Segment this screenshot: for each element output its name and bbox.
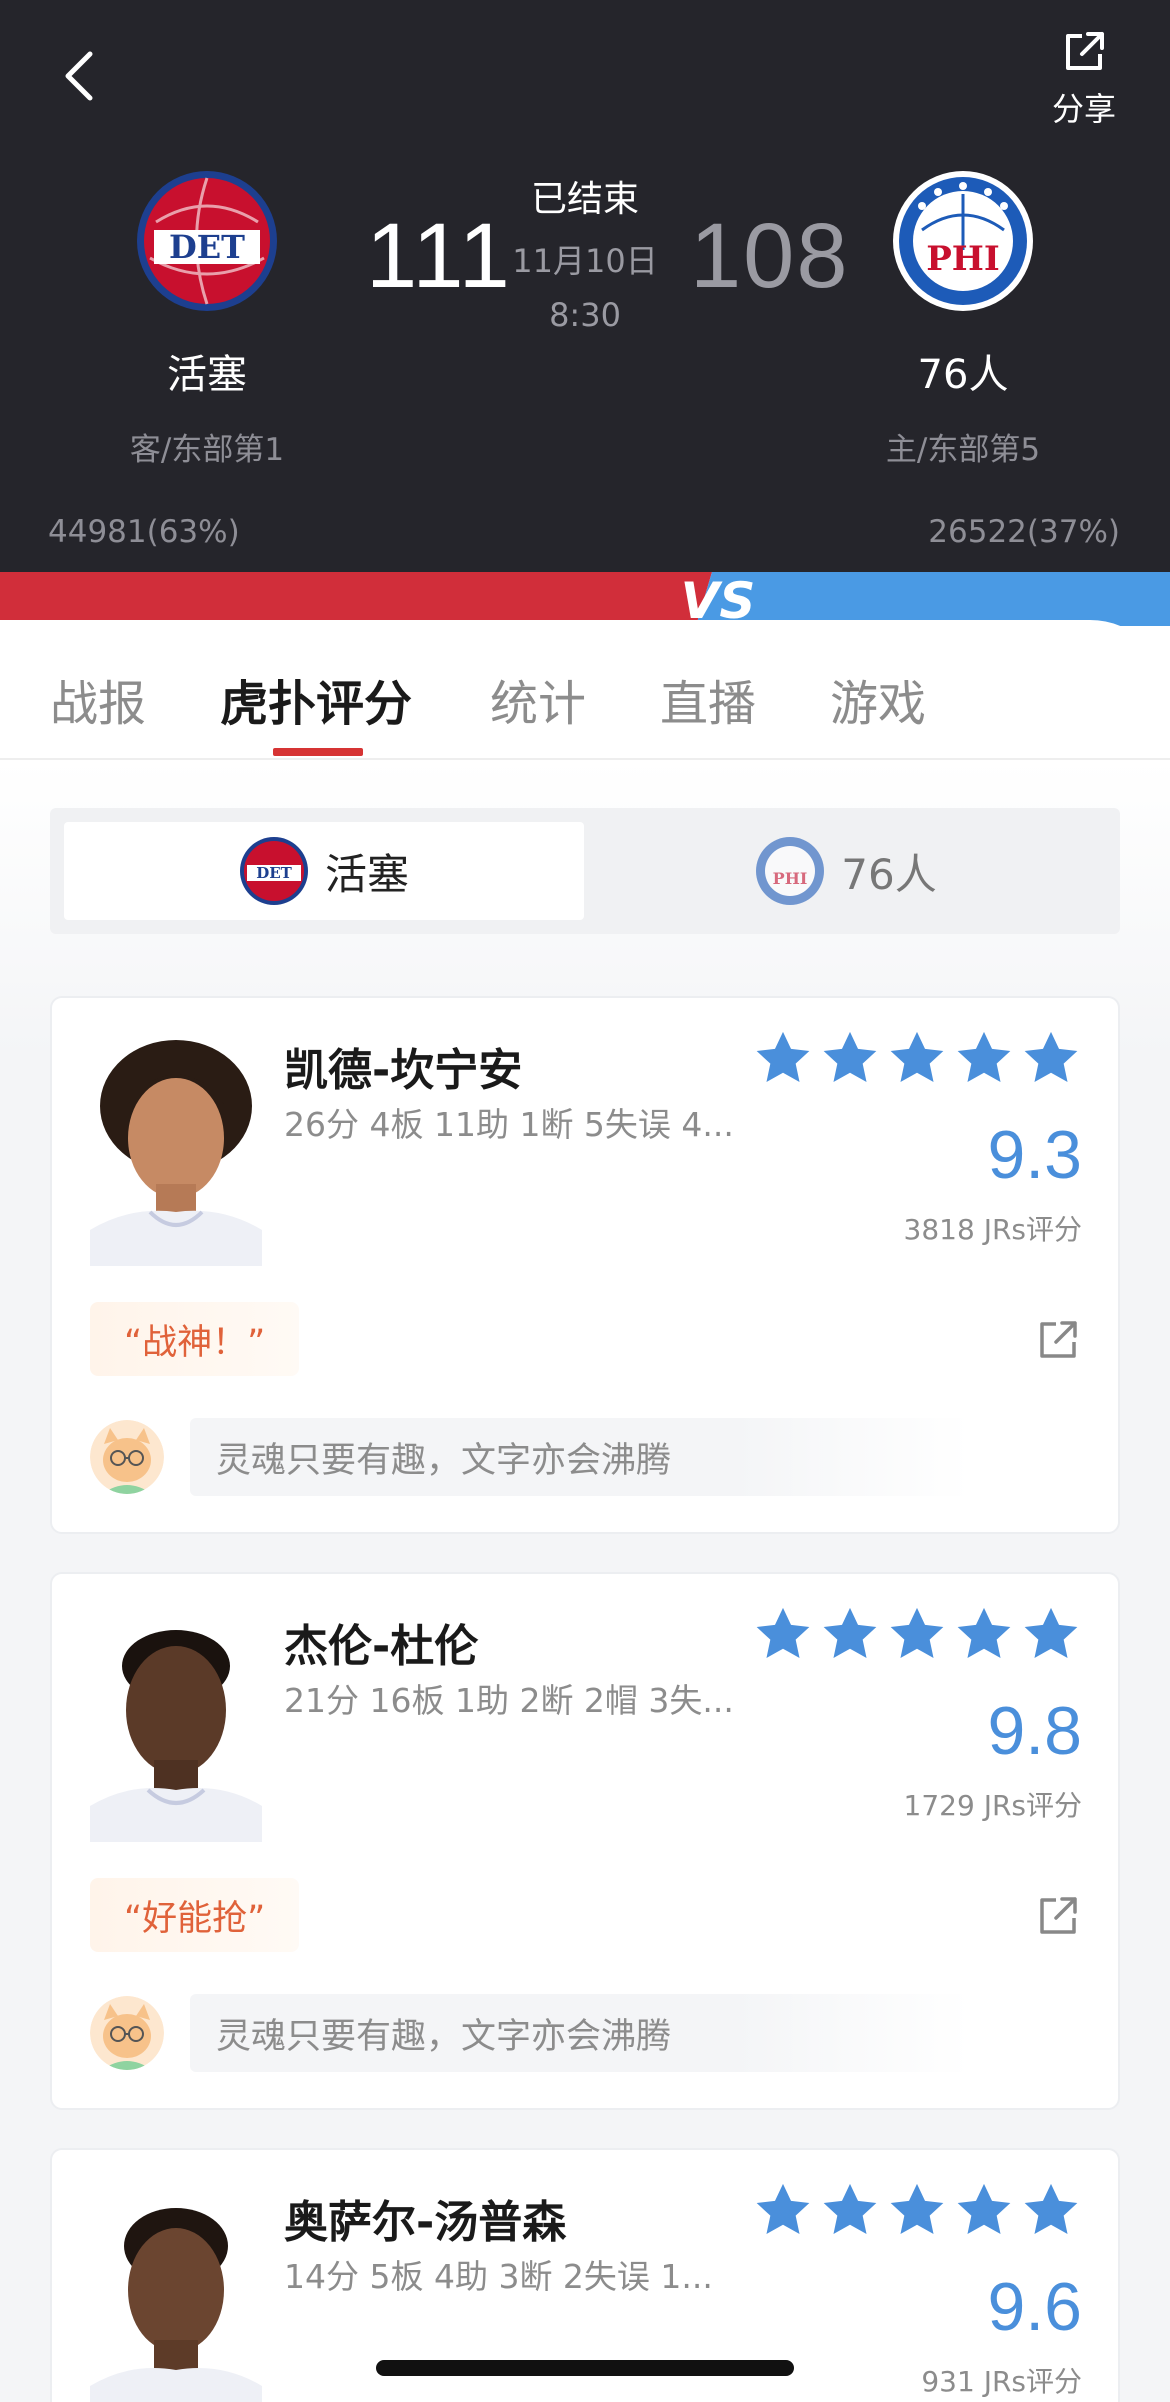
home-indicator[interactable] (376, 2360, 794, 2376)
star-icon (957, 1607, 1011, 1658)
share-icon[interactable] (1036, 1894, 1080, 1938)
home-support-count: 26522(37%) (928, 514, 1120, 550)
player-rating: 9.3 (987, 1117, 1082, 1193)
player-name: 凯德-坎宁安 (284, 1045, 523, 1096)
star-icon (1024, 2183, 1078, 2234)
home-team-rank: 主/东部第5 (885, 432, 1041, 468)
home-team-logo[interactable]: PHI (892, 170, 1034, 312)
player-photo (90, 1034, 262, 1266)
star-rating[interactable] (752, 2180, 1082, 2246)
star-icon (890, 1607, 944, 1658)
player-card[interactable]: 凯德-坎宁安 26分 4板 11助 1断 5失误 4... 9.3 3818 J… (50, 996, 1120, 1534)
player-photo (90, 1610, 262, 1842)
star-icon (1024, 1031, 1078, 1082)
back-button[interactable] (52, 46, 112, 106)
team-switch-home[interactable]: PHI 76人 (586, 822, 1106, 920)
share-icon (1066, 32, 1104, 70)
team-switch-away-label: 活塞 (324, 849, 409, 899)
home-logo-text: PHI (926, 239, 1000, 279)
player-rating: 9.8 (987, 1693, 1082, 1769)
star-icon (890, 1031, 944, 1082)
vs-label: VS (681, 572, 756, 626)
team-switch-home-label: 76人 (841, 849, 937, 899)
chevron-left-icon (65, 51, 93, 101)
away-team-rank: 客/东部第1 (129, 432, 285, 468)
rating-count: 931 JRs评分 (921, 2365, 1082, 2398)
active-tab-indicator (273, 748, 363, 756)
user-avatar[interactable] (90, 1420, 164, 1494)
share-icon[interactable] (1036, 1318, 1080, 1362)
player-headshot-image (90, 1034, 262, 1266)
player-rating: 9.6 (987, 2269, 1082, 2345)
svg-text:PHI: PHI (773, 869, 808, 888)
star-rating[interactable] (752, 1028, 1082, 1094)
home-team-name: 76人 (917, 352, 1009, 398)
star-icon (957, 1031, 1011, 1082)
away-team-name: 活塞 (167, 352, 247, 398)
player-stats: 21分 16板 1助 2断 2帽 3失... (284, 1681, 734, 1720)
share-button[interactable]: 分享 (1034, 30, 1134, 130)
player-stats: 26分 4板 11助 1断 5失误 4... (284, 1105, 734, 1144)
star-rating[interactable] (752, 1604, 1082, 1670)
team-switch: DET 活塞 PHI 76人 (50, 808, 1120, 934)
home-score: 108 (690, 205, 850, 307)
rating-count: 3818 JRs评分 (903, 1213, 1082, 1246)
tab-stats[interactable]: 统计 (490, 664, 586, 734)
player-headshot-image (90, 1610, 262, 1842)
top-comment-tag[interactable]: “战神！” (90, 1302, 300, 1376)
player-headshot-image (90, 2186, 262, 2402)
comment-input[interactable]: 灵魂只要有趣，文字亦会沸腾 (190, 1994, 970, 2072)
star-icon (823, 2183, 877, 2234)
user-avatar[interactable] (90, 1996, 164, 2070)
away-team-mini-logo: DET (239, 837, 308, 905)
top-comment-tag[interactable]: “好能抢” (90, 1878, 300, 1952)
rating-count: 1729 JRs评分 (903, 1789, 1082, 1822)
game-date: 11月10日 (512, 242, 658, 280)
away-logo-text: DET (169, 228, 245, 266)
tab-hupu-rating[interactable]: 虎扑评分 (220, 664, 412, 734)
team-switch-away[interactable]: DET 活塞 (64, 822, 584, 920)
share-label: 分享 (1051, 90, 1116, 128)
svg-text:DET: DET (256, 864, 292, 882)
player-photo (90, 2186, 262, 2402)
game-status: 已结束 (530, 179, 639, 220)
player-stats: 14分 5板 4助 3断 2失误 1... (284, 2257, 713, 2296)
star-icon (823, 1031, 877, 1082)
support-vs-bar: VS (0, 572, 1170, 626)
star-icon (957, 2183, 1011, 2234)
star-icon (890, 2183, 944, 2234)
away-team-logo[interactable]: DET (136, 170, 278, 312)
star-icon (756, 2183, 810, 2234)
tab-games[interactable]: 游戏 (830, 664, 926, 734)
game-header: 分享 DET PHI 活塞 76人 客/东部第1 主/东部第5 111 108 … (0, 0, 1170, 572)
tab-bar: 战报 虎扑评分 统计 直播 游戏 (0, 620, 1170, 760)
tab-live[interactable]: 直播 (660, 664, 756, 734)
comment-input[interactable]: 灵魂只要有趣，文字亦会沸腾 (190, 1418, 970, 1496)
star-icon (823, 1607, 877, 1658)
player-name: 杰伦-杜伦 (284, 1621, 479, 1672)
star-icon (756, 1031, 810, 1082)
home-team-mini-logo: PHI (756, 837, 825, 905)
tab-report[interactable]: 战报 (50, 664, 146, 734)
star-icon (756, 1607, 810, 1658)
game-time: 8:30 (549, 296, 621, 334)
away-support-count: 44981(63%) (48, 514, 240, 550)
star-icon (1024, 1607, 1078, 1658)
player-card[interactable]: 杰伦-杜伦 21分 16板 1助 2断 2帽 3失... 9.8 1729 JR… (50, 1572, 1120, 2110)
player-name: 奥萨尔-汤普森 (284, 2197, 567, 2248)
